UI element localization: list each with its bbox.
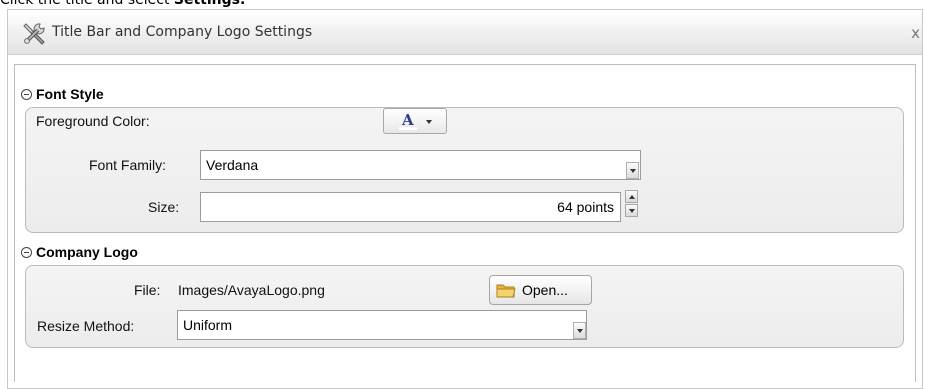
- resize-method-value: Uniform: [183, 317, 233, 333]
- chevron-down-icon: [628, 208, 635, 213]
- font-family-value: Verdana: [206, 157, 259, 173]
- size-label: Size:: [148, 199, 180, 215]
- chevron-down-icon: [629, 168, 636, 173]
- open-button-label: Open...: [522, 282, 568, 298]
- company-logo-header-label: Company Logo: [36, 244, 138, 260]
- caption-bold-text: Settings.: [173, 0, 246, 8]
- font-family-label: Font Family:: [89, 157, 167, 173]
- file-path-value: Images/AvayaLogo.png: [178, 282, 325, 298]
- chevron-down-icon: [576, 328, 583, 333]
- resize-method-label: Resize Method:: [37, 318, 135, 334]
- file-label: File:: [134, 282, 161, 298]
- tools-icon: [23, 23, 45, 45]
- font-family-select[interactable]: Verdana: [200, 150, 641, 180]
- close-button[interactable]: x: [911, 24, 920, 42]
- chevron-down-icon: [426, 120, 432, 124]
- foreground-color-label: Foreground Color:: [36, 113, 150, 129]
- size-input[interactable]: 64 points: [200, 192, 621, 222]
- color-swatch: [399, 127, 417, 130]
- font-family-dropdown-button[interactable]: [626, 162, 639, 179]
- font-style-header-label: Font Style: [36, 86, 104, 102]
- font-style-header[interactable]: Font Style: [21, 86, 104, 102]
- collapse-icon[interactable]: [21, 88, 32, 100]
- instruction-caption: Click the title and select Settings.: [0, 0, 245, 9]
- dialog-title: Title Bar and Company Logo Settings: [52, 24, 313, 40]
- spin-up-button[interactable]: [625, 190, 638, 203]
- size-spinner[interactable]: [625, 190, 638, 218]
- size-value: 64 points: [557, 199, 614, 215]
- resize-method-dropdown-button[interactable]: [573, 322, 586, 339]
- spin-down-button[interactable]: [625, 204, 638, 217]
- company-logo-header[interactable]: Company Logo: [21, 244, 138, 260]
- dialog-titlebar[interactable]: Title Bar and Company Logo Settings x: [8, 10, 922, 55]
- foreground-color-picker[interactable]: A: [383, 108, 447, 134]
- folder-icon: [496, 284, 516, 298]
- open-file-button[interactable]: Open...: [489, 275, 592, 305]
- collapse-icon[interactable]: [21, 246, 32, 258]
- resize-method-select[interactable]: Uniform: [177, 310, 587, 340]
- caption-text: Click the title and select: [0, 0, 174, 8]
- chevron-up-icon: [628, 194, 635, 199]
